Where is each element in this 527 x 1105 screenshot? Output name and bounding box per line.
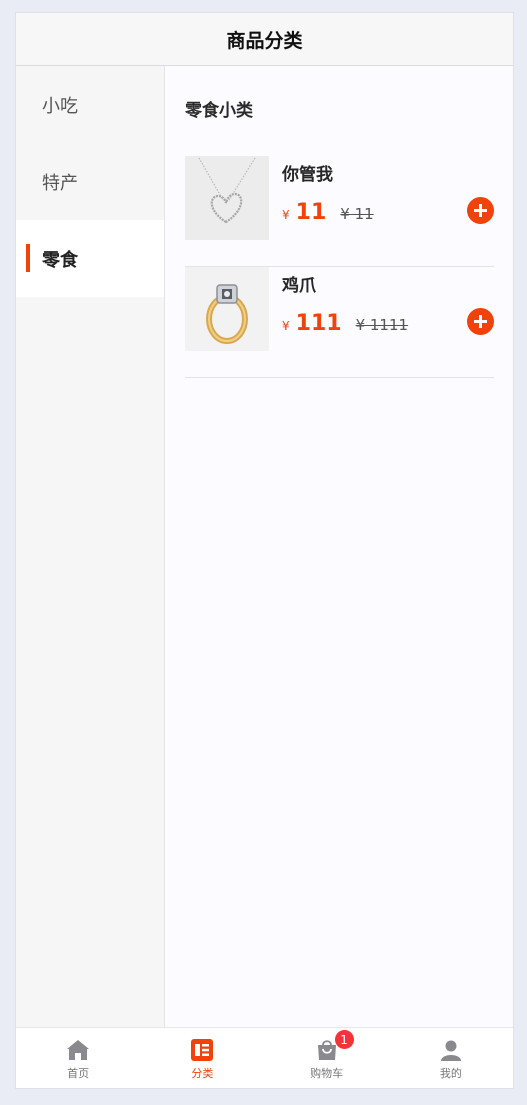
ring-image	[185, 267, 269, 351]
subcategory-title: 零食小类	[185, 101, 253, 121]
page-title: 商品分类	[226, 29, 303, 52]
tab-label: 分类	[191, 1067, 214, 1080]
add-to-cart-button[interactable]	[467, 308, 494, 335]
bottom-tab-bar: 首页 分类 1 购物车 我的	[16, 1027, 513, 1088]
product-price: 111	[295, 311, 342, 336]
tab-home[interactable]: 首页	[16, 1028, 140, 1088]
product-item[interactable]: 你管我 ¥ 11 ¥ 11	[185, 156, 494, 267]
price-row: ¥ 111 ¥ 1111	[282, 311, 408, 336]
product-image[interactable]	[185, 156, 269, 240]
cart-icon	[317, 1040, 336, 1060]
product-name: 你管我	[282, 165, 333, 185]
tab-label: 首页	[67, 1067, 90, 1080]
tab-label: 购物车	[310, 1067, 344, 1080]
plus-icon	[474, 204, 487, 217]
original-price: ¥ 1111	[355, 316, 409, 334]
tab-label: 我的	[439, 1067, 462, 1080]
original-price: ¥ 11	[340, 205, 374, 223]
sidebar-item-label: 特产	[42, 172, 78, 194]
home-icon	[67, 1040, 90, 1060]
category-icon	[191, 1039, 214, 1061]
product-list-panel: 零食小类 你管我 ¥ 11 ¥ 11 鸡爪 ¥ 111 ¥ 1111	[165, 66, 513, 1029]
product-name: 鸡爪	[282, 276, 316, 296]
product-image[interactable]	[185, 267, 269, 351]
tab-cart[interactable]: 1 购物车	[265, 1028, 389, 1088]
necklace-image	[185, 156, 269, 240]
header: 商品分类	[16, 13, 513, 66]
sidebar-item-specialty[interactable]: 特产	[16, 143, 164, 220]
currency-symbol: ¥	[282, 319, 290, 333]
cart-count-badge: 1	[334, 1030, 354, 1049]
tab-category[interactable]: 分类	[140, 1028, 264, 1088]
user-icon	[440, 1040, 461, 1061]
plus-icon	[474, 315, 487, 328]
product-item[interactable]: 鸡爪 ¥ 111 ¥ 1111	[185, 267, 494, 378]
sidebar-item-treats[interactable]: 零食	[16, 220, 164, 297]
app-window: 商品分类 小吃 特产 零食 零食小类 你管我 ¥ 11 ¥ 11 鸡爪 ¥ 11…	[15, 12, 514, 1089]
currency-symbol: ¥	[282, 208, 290, 222]
sidebar-item-snacks[interactable]: 小吃	[16, 66, 164, 143]
add-to-cart-button[interactable]	[467, 197, 494, 224]
price-row: ¥ 11 ¥ 11	[282, 200, 374, 225]
category-sidebar: 小吃 特产 零食	[16, 66, 165, 1029]
tab-profile[interactable]: 我的	[389, 1028, 513, 1088]
sidebar-item-label: 小吃	[42, 95, 78, 117]
product-price: 11	[295, 200, 327, 225]
sidebar-item-label: 零食	[42, 249, 78, 271]
